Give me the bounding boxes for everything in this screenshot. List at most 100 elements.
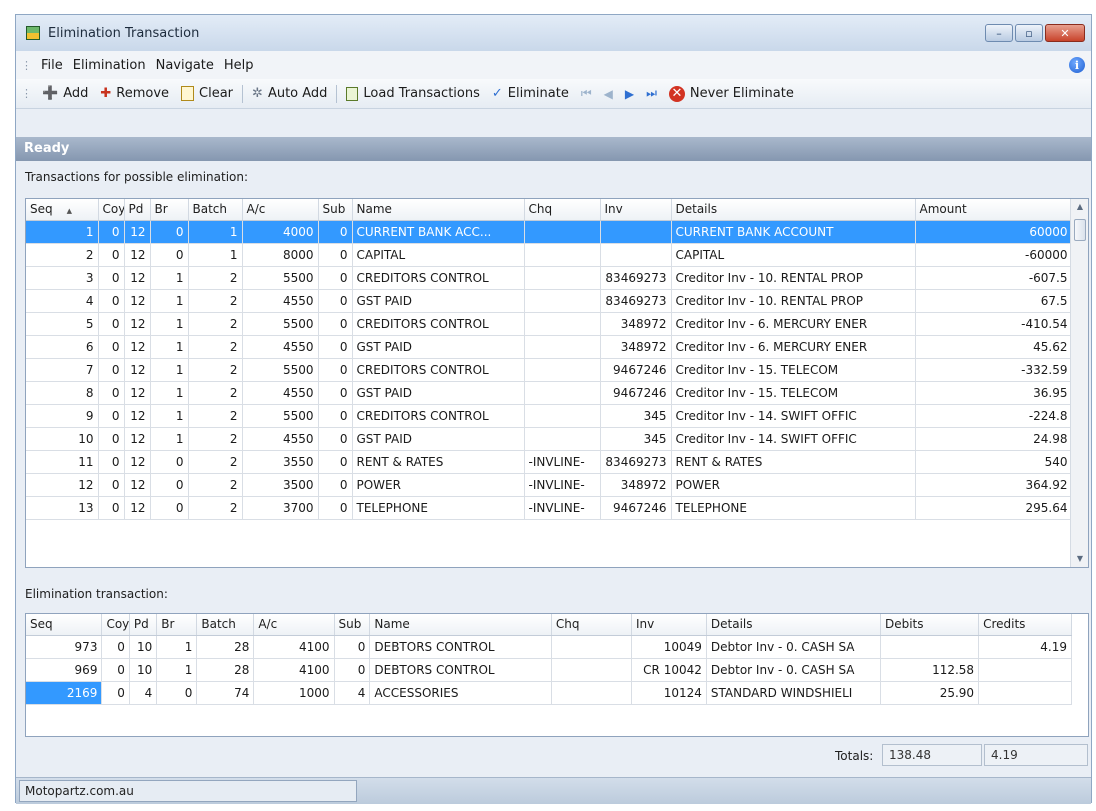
possible-cell[interactable]: -607.5 bbox=[915, 266, 1073, 290]
possible-row[interactable]: 8 0 12 1 2 4550 0 GST PAID 9467246 Creditor Inv -… bbox=[26, 381, 1073, 405]
clear-button[interactable]: Clear bbox=[175, 83, 239, 105]
possible-cell[interactable]: RENT & RATES bbox=[671, 450, 916, 474]
possible-cell[interactable]: 0 bbox=[318, 243, 353, 267]
possible-cell[interactable]: Creditor Inv - 6. MERCURY ENER bbox=[671, 335, 916, 359]
possible-cell[interactable]: TELEPHONE bbox=[671, 496, 916, 520]
menu-navigate[interactable]: Navigate bbox=[151, 58, 219, 73]
possible-cell[interactable]: Creditor Inv - 10. RENTAL PROP bbox=[671, 289, 916, 313]
possible-cell[interactable]: 0 bbox=[98, 496, 125, 520]
possible-column-header[interactable]: Batch bbox=[188, 199, 243, 221]
elimination-cell[interactable] bbox=[551, 635, 633, 659]
possible-cell[interactable]: 1 bbox=[26, 220, 99, 244]
possible-cell[interactable]: 345 bbox=[600, 427, 672, 451]
possible-cell[interactable]: 83469273 bbox=[600, 450, 672, 474]
elimination-cell[interactable]: 74 bbox=[196, 681, 255, 705]
possible-cell[interactable]: 0 bbox=[98, 335, 125, 359]
next-record-icon[interactable]: ▶ bbox=[619, 87, 640, 101]
possible-cell[interactable]: 0 bbox=[98, 312, 125, 336]
elimination-cell[interactable]: 25.90 bbox=[880, 681, 980, 705]
possible-column-header[interactable]: Chq bbox=[524, 199, 601, 221]
possible-column-header[interactable]: Coy bbox=[98, 199, 125, 221]
possible-cell[interactable]: 345 bbox=[600, 404, 672, 428]
possible-cell[interactable]: Creditor Inv - 15. TELECOM bbox=[671, 358, 916, 382]
elimination-column-header[interactable]: Br bbox=[156, 614, 198, 636]
elimination-cell[interactable]: 0 bbox=[334, 635, 371, 659]
possible-cell[interactable]: Creditor Inv - 10. RENTAL PROP bbox=[671, 266, 916, 290]
possible-cell[interactable]: CREDITORS CONTROL bbox=[352, 266, 525, 290]
possible-cell[interactable]: 1 bbox=[150, 427, 189, 451]
possible-cell[interactable]: GST PAID bbox=[352, 427, 525, 451]
possible-row[interactable]: 3 0 12 1 2 5500 0 CREDITORS CONTROL 83469273 Cred… bbox=[26, 266, 1073, 290]
possible-cell[interactable]: 0 bbox=[318, 496, 353, 520]
possible-row[interactable]: 9 0 12 1 2 5500 0 CREDITORS CONTROL 345 Creditor … bbox=[26, 404, 1073, 428]
possible-cell[interactable]: 0 bbox=[318, 220, 353, 244]
possible-row[interactable]: 6 0 12 1 2 4550 0 GST PAID 348972 Creditor Inv - … bbox=[26, 335, 1073, 359]
possible-cell[interactable]: 3 bbox=[26, 266, 99, 290]
possible-cell[interactable]: POWER bbox=[671, 473, 916, 497]
elimination-cell[interactable]: 4.19 bbox=[978, 635, 1072, 659]
possible-cell[interactable]: 2 bbox=[188, 335, 243, 359]
possible-row[interactable]: 5 0 12 1 2 5500 0 CREDITORS CONTROL 348972 Credit… bbox=[26, 312, 1073, 336]
load-transactions-button[interactable]: Load Transactions bbox=[340, 83, 485, 105]
possible-cell[interactable]: 12 bbox=[26, 473, 99, 497]
possible-cell[interactable]: Creditor Inv - 6. MERCURY ENER bbox=[671, 312, 916, 336]
possible-cell[interactable]: 0 bbox=[318, 266, 353, 290]
maximize-button[interactable]: ▫ bbox=[1015, 24, 1043, 42]
possible-cell[interactable]: 9 bbox=[26, 404, 99, 428]
possible-cell[interactable]: 1 bbox=[150, 358, 189, 382]
possible-cell[interactable] bbox=[524, 289, 601, 313]
possible-cell[interactable]: 0 bbox=[98, 289, 125, 313]
elimination-column-header[interactable]: Batch bbox=[196, 614, 255, 636]
possible-cell[interactable] bbox=[524, 243, 601, 267]
scroll-up-icon[interactable]: ▲ bbox=[1071, 199, 1088, 215]
possible-cell[interactable]: 1 bbox=[150, 335, 189, 359]
possible-cell[interactable]: 12 bbox=[124, 496, 151, 520]
possible-transactions-grid[interactable]: Seq ▲ Coy Pd Br Batch A/c Sub Name Chq Inv Details A… bbox=[25, 198, 1089, 568]
possible-cell[interactable]: 5 bbox=[26, 312, 99, 336]
possible-column-header[interactable]: Amount bbox=[915, 199, 1073, 221]
elimination-column-header[interactable]: Details bbox=[706, 614, 881, 636]
possible-row[interactable]: 1 0 12 0 1 4000 0 CURRENT BANK ACC... CURRENT BA… bbox=[26, 220, 1073, 244]
possible-cell[interactable]: 4550 bbox=[242, 289, 319, 313]
possible-column-header[interactable]: Sub bbox=[318, 199, 353, 221]
auto-add-button[interactable]: ✲ Auto Add bbox=[246, 83, 333, 105]
elimination-cell[interactable]: 10049 bbox=[631, 635, 707, 659]
elimination-grid[interactable]: Seq Coy Pd Br Batch A/c Sub Name Chq Inv Details De… bbox=[25, 613, 1089, 737]
possible-cell[interactable]: Creditor Inv - 14. SWIFT OFFIC bbox=[671, 427, 916, 451]
possible-cell[interactable]: 348972 bbox=[600, 335, 672, 359]
possible-row[interactable]: 10 0 12 1 2 4550 0 GST PAID 345 Creditor Inv - 14… bbox=[26, 427, 1073, 451]
add-button[interactable]: ➕ Add bbox=[36, 83, 94, 105]
possible-cell[interactable]: 12 bbox=[124, 243, 151, 267]
possible-cell[interactable]: 1 bbox=[150, 381, 189, 405]
elimination-cell[interactable]: 4 bbox=[334, 681, 371, 705]
last-record-icon[interactable]: ⏭ bbox=[640, 86, 663, 101]
possible-cell[interactable]: 0 bbox=[318, 404, 353, 428]
possible-column-header[interactable]: A/c bbox=[242, 199, 319, 221]
possible-cell[interactable]: 10 bbox=[26, 427, 99, 451]
possible-cell[interactable]: 1 bbox=[188, 243, 243, 267]
possible-cell[interactable]: 0 bbox=[150, 473, 189, 497]
possible-cell[interactable]: 24.98 bbox=[915, 427, 1073, 451]
possible-cell[interactable]: 83469273 bbox=[600, 266, 672, 290]
elimination-cell[interactable]: DEBTORS CONTROL bbox=[369, 658, 552, 682]
possible-cell[interactable]: 0 bbox=[318, 289, 353, 313]
possible-cell[interactable]: 348972 bbox=[600, 473, 672, 497]
possible-cell[interactable]: CREDITORS CONTROL bbox=[352, 404, 525, 428]
possible-row[interactable]: 4 0 12 1 2 4550 0 GST PAID 83469273 Creditor Inv … bbox=[26, 289, 1073, 313]
possible-cell[interactable]: 45.62 bbox=[915, 335, 1073, 359]
elimination-cell[interactable]: 1 bbox=[156, 658, 198, 682]
possible-column-header[interactable]: Details bbox=[671, 199, 916, 221]
elimination-cell[interactable]: 4 bbox=[129, 681, 158, 705]
close-button[interactable]: ✕ bbox=[1045, 24, 1085, 42]
possible-cell[interactable]: CURRENT BANK ACCOUNT bbox=[671, 220, 916, 244]
possible-cell[interactable]: POWER bbox=[352, 473, 525, 497]
scroll-thumb[interactable] bbox=[1074, 219, 1086, 241]
possible-cell[interactable]: 12 bbox=[124, 473, 151, 497]
possible-cell[interactable]: -410.54 bbox=[915, 312, 1073, 336]
possible-cell[interactable]: Creditor Inv - 14. SWIFT OFFIC bbox=[671, 404, 916, 428]
menu-elimination[interactable]: Elimination bbox=[68, 58, 151, 73]
possible-cell[interactable]: 0 bbox=[98, 220, 125, 244]
possible-cell[interactable]: CURRENT BANK ACC... bbox=[352, 220, 525, 244]
possible-cell[interactable]: 0 bbox=[98, 473, 125, 497]
possible-row[interactable]: 11 0 12 0 2 3550 0 RENT & RATES -INVLINE- 8346927… bbox=[26, 450, 1073, 474]
